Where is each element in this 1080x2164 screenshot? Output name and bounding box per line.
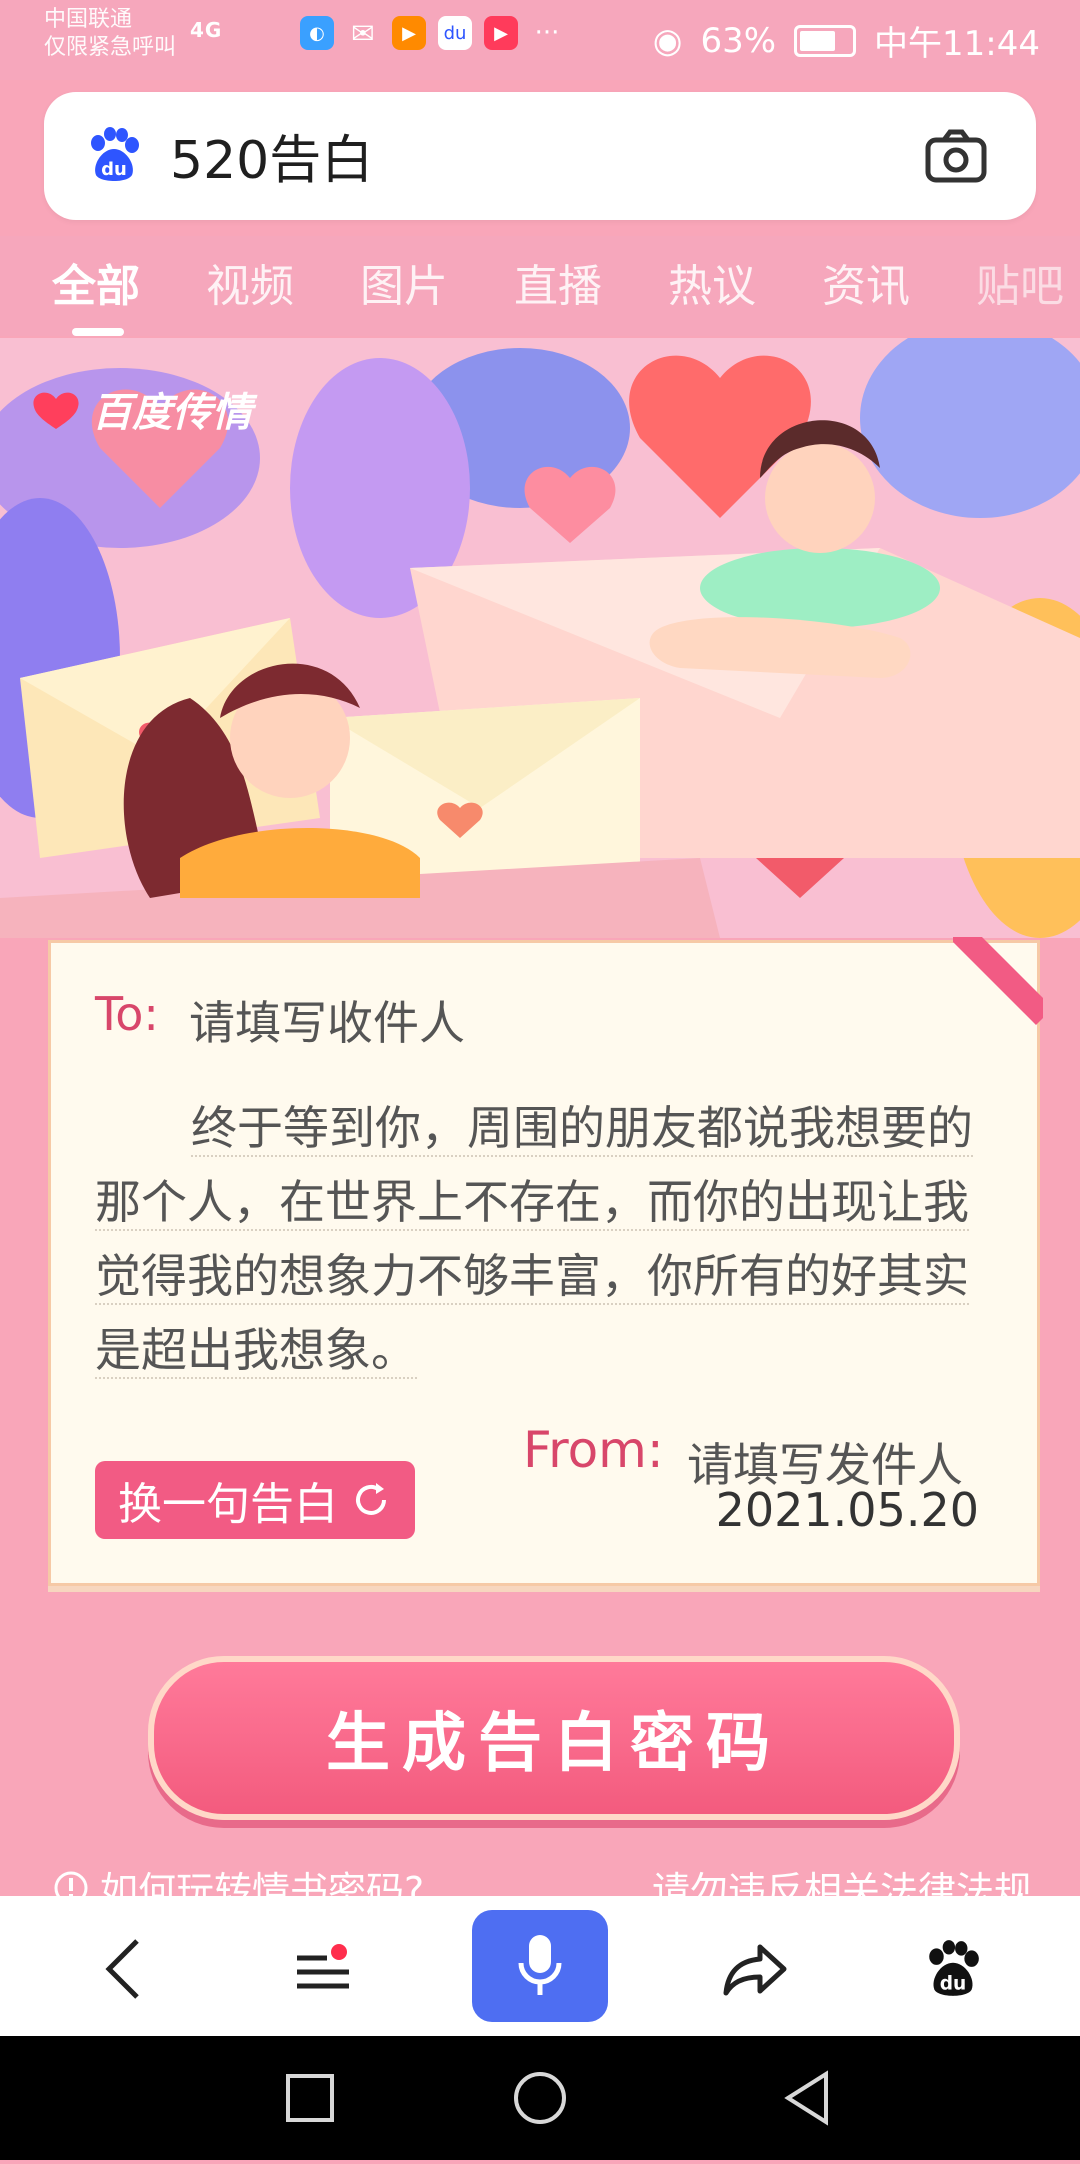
more-notifications-icon: ···	[534, 18, 560, 48]
search-bar[interactable]: du 520告白	[44, 92, 1036, 220]
search-tabs: 全部 视频 图片 直播 热议 资讯 贴吧	[0, 236, 1080, 336]
home-icon[interactable]	[514, 2072, 566, 2124]
recents-icon[interactable]	[286, 2074, 334, 2122]
tab-tieba[interactable]: 贴吧	[976, 250, 1064, 314]
switch-message-button[interactable]: 换一句告白	[95, 1461, 415, 1539]
tab-all[interactable]: 全部	[52, 250, 140, 314]
brand-name: 百度传情	[92, 390, 252, 436]
message-body: 终于等到你，周围的朋友都说我想要的那个人，在世界上不存在，而你的出现让我觉得我的…	[95, 1101, 973, 1379]
back-icon[interactable]	[784, 2070, 828, 2126]
carrier-name: 中国联通	[44, 7, 133, 32]
carrier-info: 中国联通 仅限紧急呼叫	[44, 6, 176, 62]
share-button[interactable]	[718, 1932, 792, 2006]
baidu-chuanqing-brand: 百度传情	[30, 380, 252, 438]
baidu-app-icon: du	[438, 16, 472, 50]
recipient-input[interactable]: 请填写收件人	[189, 987, 465, 1053]
status-right: ◉ 63% 中午11:44	[653, 16, 1040, 65]
camera-search-icon[interactable]	[924, 128, 988, 184]
voice-search-button[interactable]	[472, 1910, 608, 2022]
tab-live[interactable]: 直播	[514, 250, 602, 314]
tab-images[interactable]: 图片	[360, 250, 448, 314]
love-letter-card: To: 请填写收件人 终于等到你，周围的朋友都说我想要的那个人，在世界上不存在，…	[48, 937, 1043, 1586]
baidu-paw-icon: du	[929, 1940, 979, 1996]
video-player-icon: ▶	[484, 16, 518, 50]
tab-discussion[interactable]: 热议	[668, 250, 756, 314]
notification-icons: ◐ ✉ ▶ du ▶ ···	[300, 16, 564, 50]
microphone-icon	[518, 1935, 562, 1995]
share-icon	[723, 1944, 787, 1996]
battery-percent: 63%	[700, 20, 777, 61]
generate-code-button[interactable]: 生成告白密码	[148, 1656, 960, 1820]
video-app-icon: ▶	[392, 16, 426, 50]
tab-news[interactable]: 资讯	[822, 250, 910, 314]
search-query[interactable]: 520告白	[170, 118, 373, 193]
battery-icon	[794, 24, 857, 57]
wechat-icon: ✉	[351, 16, 375, 50]
system-nav-buttons	[286, 2070, 828, 2126]
status-bar: 中国联通 仅限紧急呼叫 4G ◐ ✉ ▶ du ▶ ··· ◉ 63% 中午11…	[0, 0, 1080, 80]
brand-heart-icon	[33, 392, 79, 429]
svg-text:du: du	[940, 1974, 967, 1995]
refresh-icon	[356, 1483, 386, 1515]
back-button[interactable]	[86, 1932, 160, 2006]
letter-date: 2021.05.20	[715, 1483, 979, 1537]
info-links: 如何玩转情书密码? 请勿违反相关法律法规	[52, 1860, 1032, 1913]
from-label: From:	[523, 1421, 664, 1479]
menu-button[interactable]	[286, 1932, 360, 2006]
network-type: 4G	[190, 18, 223, 42]
baidu-paw-icon: du	[91, 127, 139, 181]
eye-comfort-icon: ◉	[652, 20, 683, 61]
baidu-home-button[interactable]: du	[916, 1932, 990, 2006]
svg-text:du: du	[101, 159, 127, 180]
corner-ribbon	[953, 937, 1043, 1027]
clock: 中午11:44	[874, 24, 1040, 64]
bottom-navigation: du	[0, 1896, 1080, 2036]
tab-video[interactable]: 视频	[206, 250, 294, 314]
emergency-only: 仅限紧急呼叫	[44, 35, 177, 60]
to-label: To:	[95, 987, 159, 1041]
menu-icon	[297, 1944, 349, 1989]
system-navigation-bar	[0, 2036, 1080, 2160]
switch-message-label: 换一句告白	[118, 1479, 338, 1530]
love-message-text[interactable]: 终于等到你，周围的朋友都说我想要的那个人，在世界上不存在，而你的出现让我觉得我的…	[95, 1091, 995, 1387]
back-arrow-icon	[105, 1939, 139, 1999]
active-tab-indicator	[72, 328, 124, 336]
browser-app-icon: ◐	[300, 16, 334, 50]
